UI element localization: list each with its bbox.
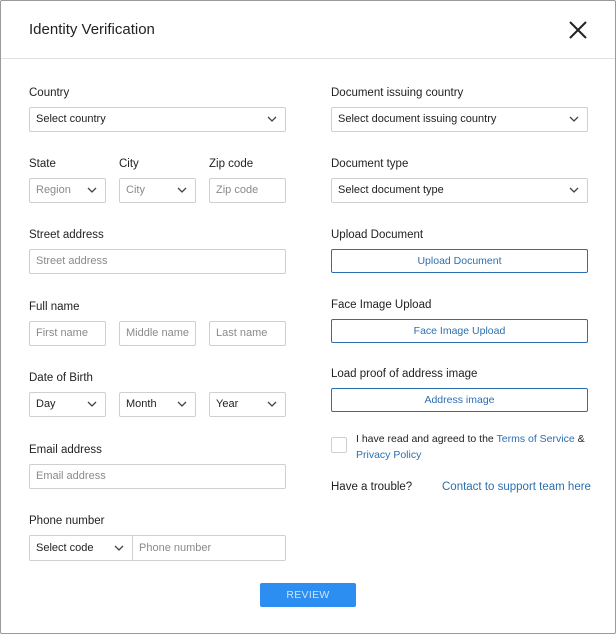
dob-month-select[interactable]: Month bbox=[119, 392, 196, 417]
chevron-down-icon bbox=[569, 187, 579, 193]
country-select[interactable]: Select country bbox=[29, 107, 286, 132]
dob-month-value: Month bbox=[126, 398, 157, 410]
middle-name-input[interactable]: Middle name bbox=[119, 321, 196, 346]
dob-day-value: Day bbox=[36, 398, 56, 410]
zip-label: Zip code bbox=[209, 158, 254, 170]
chevron-down-icon bbox=[267, 401, 277, 407]
city-label: City bbox=[119, 158, 139, 170]
state-select-value: Region bbox=[36, 184, 71, 196]
state-select[interactable]: Region bbox=[29, 178, 106, 203]
proof-label: Load proof of address image bbox=[331, 368, 478, 380]
dialog-title: Identity Verification bbox=[29, 21, 155, 38]
email-placeholder: Email address bbox=[36, 470, 106, 482]
middle-name-placeholder: Middle name bbox=[126, 327, 189, 339]
chevron-down-icon bbox=[87, 187, 97, 193]
chevron-down-icon bbox=[177, 401, 187, 407]
support-link[interactable]: Contact to support team here bbox=[442, 481, 591, 493]
chevron-down-icon bbox=[87, 401, 97, 407]
dob-year-value: Year bbox=[216, 398, 239, 410]
phone-field: Select code Phone number bbox=[29, 535, 286, 561]
phone-code-select[interactable]: Select code bbox=[30, 536, 133, 560]
city-select-value: City bbox=[126, 184, 145, 196]
email-label: Email address bbox=[29, 444, 102, 456]
zip-placeholder: Zip code bbox=[216, 184, 259, 196]
first-name-input[interactable]: First name bbox=[29, 321, 106, 346]
first-name-placeholder: First name bbox=[36, 327, 88, 339]
chevron-down-icon bbox=[114, 545, 124, 551]
identity-verification-dialog: Identity Verification Country Select cou… bbox=[0, 0, 616, 634]
face-upload-label: Face Image Upload bbox=[331, 299, 432, 311]
doc-country-label: Document issuing country bbox=[331, 87, 464, 99]
dob-label: Date of Birth bbox=[29, 372, 93, 384]
doc-country-select[interactable]: Select document issuing country bbox=[331, 107, 588, 132]
zip-input[interactable]: Zip code bbox=[209, 178, 286, 203]
email-input[interactable]: Email address bbox=[29, 464, 286, 489]
phone-code-value: Select code bbox=[36, 542, 94, 554]
dialog-header: Identity Verification bbox=[1, 1, 615, 59]
state-label: State bbox=[29, 158, 56, 170]
chevron-down-icon bbox=[267, 116, 277, 122]
fullname-label: Full name bbox=[29, 301, 80, 313]
phone-label: Phone number bbox=[29, 515, 105, 527]
dob-year-select[interactable]: Year bbox=[209, 392, 286, 417]
terms-of-service-link[interactable]: Terms of Service bbox=[497, 433, 575, 445]
country-label: Country bbox=[29, 87, 70, 99]
upload-doc-label: Upload Document bbox=[331, 229, 424, 241]
doc-type-value: Select document type bbox=[338, 184, 444, 196]
street-input[interactable]: Street address bbox=[29, 249, 286, 274]
street-label: Street address bbox=[29, 229, 104, 241]
terms-amp: & bbox=[574, 433, 585, 445]
street-placeholder: Street address bbox=[36, 255, 108, 267]
review-button[interactable]: REVIEW bbox=[260, 583, 356, 607]
doc-type-select[interactable]: Select document type bbox=[331, 178, 588, 203]
chevron-down-icon bbox=[177, 187, 187, 193]
face-image-upload-button[interactable]: Face Image Upload bbox=[331, 319, 588, 343]
privacy-policy-link[interactable]: Privacy Policy bbox=[356, 449, 421, 461]
city-select[interactable]: City bbox=[119, 178, 196, 203]
close-icon[interactable] bbox=[567, 19, 589, 41]
doc-country-value: Select document issuing country bbox=[338, 113, 497, 125]
terms-prefix: I have read and agreed to the bbox=[356, 433, 497, 445]
terms-checkbox[interactable] bbox=[331, 437, 347, 453]
dob-day-select[interactable]: Day bbox=[29, 392, 106, 417]
trouble-text: Have a trouble? bbox=[331, 481, 413, 493]
country-select-value: Select country bbox=[36, 113, 106, 125]
upload-document-button[interactable]: Upload Document bbox=[331, 249, 588, 273]
phone-number-input[interactable]: Phone number bbox=[133, 536, 285, 560]
terms-text: I have read and agreed to the Terms of S… bbox=[356, 431, 596, 463]
last-name-input[interactable]: Last name bbox=[209, 321, 286, 346]
chevron-down-icon bbox=[569, 116, 579, 122]
last-name-placeholder: Last name bbox=[216, 327, 268, 339]
address-image-button[interactable]: Address image bbox=[331, 388, 588, 412]
phone-number-placeholder: Phone number bbox=[139, 542, 212, 554]
doc-type-label: Document type bbox=[331, 158, 409, 170]
